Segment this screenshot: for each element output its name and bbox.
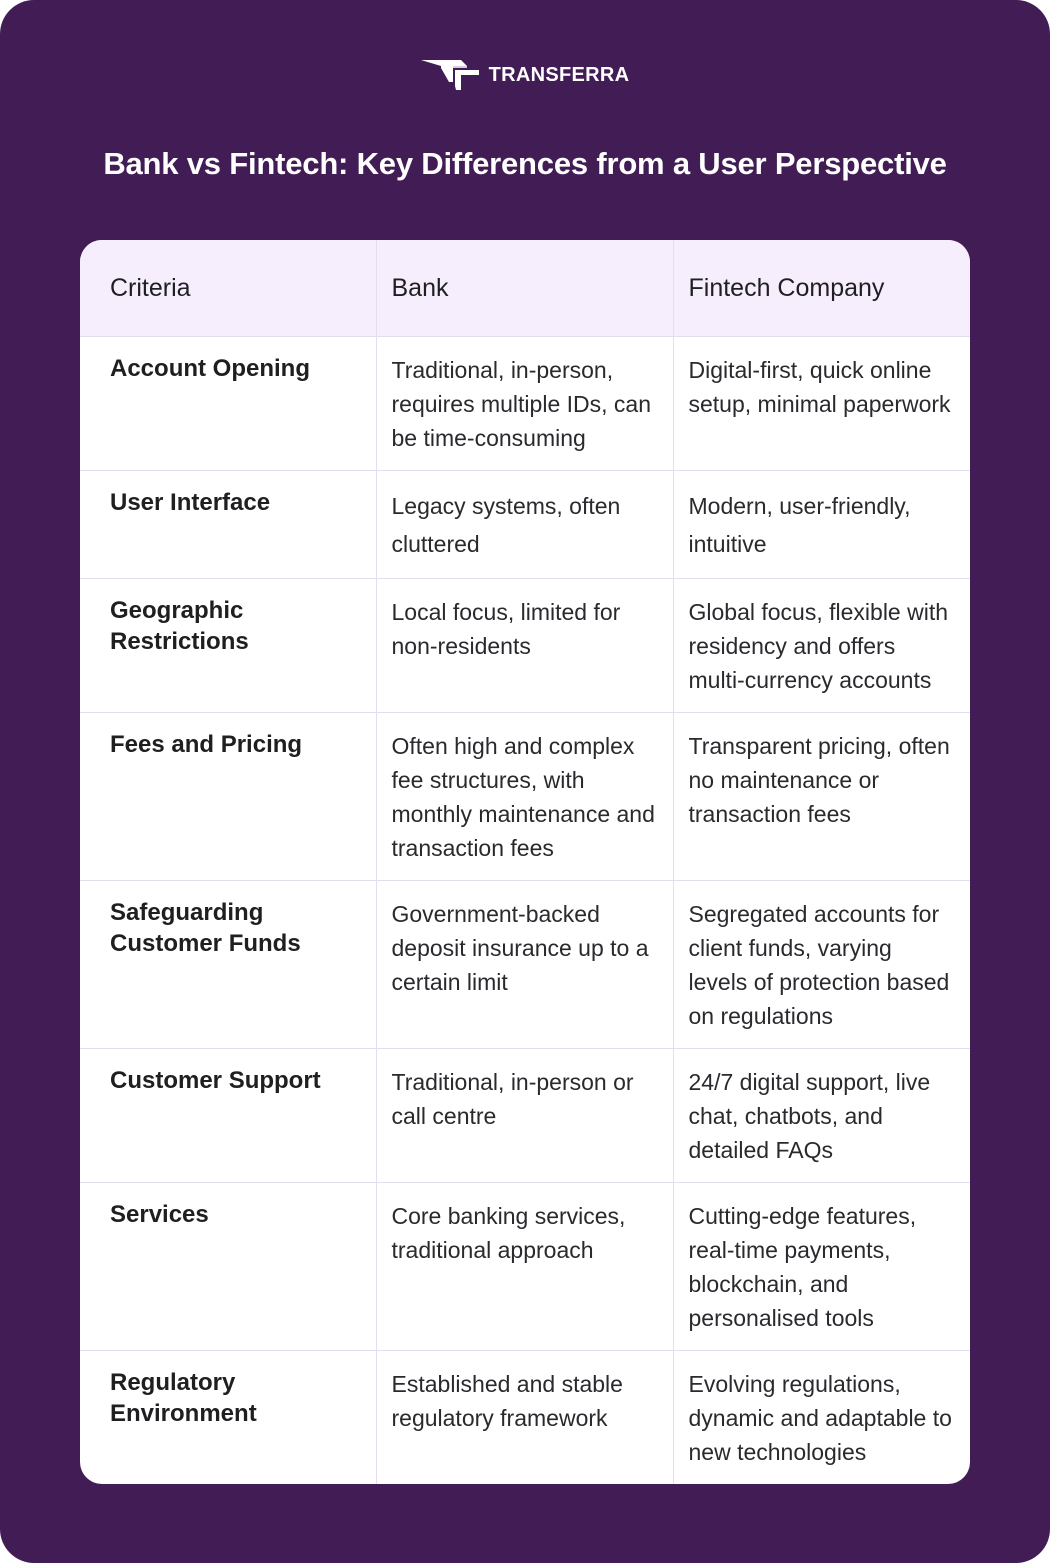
- fintech-cell: Evolving regulations, dynamic and adapta…: [672, 1350, 970, 1484]
- bank-cell: Core banking services, traditional appro…: [375, 1182, 674, 1351]
- brand-name: TRANSFERRA: [488, 63, 630, 86]
- fintech-cell: 24/7 digital support, live chat, chatbot…: [672, 1048, 970, 1183]
- fintech-cell: Segregated accounts for client funds, va…: [672, 880, 970, 1049]
- criteria-cell: Regulatory Environment: [80, 1350, 377, 1484]
- criteria-cell: Fees and Pricing: [80, 712, 377, 881]
- bank-cell: Traditional, in-person or call centre: [375, 1048, 674, 1183]
- bank-cell: Local focus, limited for non-residents: [375, 578, 674, 713]
- infographic-canvas: TRANSFERRA Bank vs Fintech: Key Differen…: [0, 0, 1050, 1563]
- table-row: User Interface Legacy systems, often clu…: [80, 470, 970, 579]
- fintech-cell: Cutting-edge features, real-time payment…: [672, 1182, 970, 1351]
- table-row: Geographic Restrictions Local focus, lim…: [80, 578, 970, 713]
- table-row: Services Core banking services, traditio…: [80, 1182, 970, 1351]
- comparison-table-card: Criteria Bank Fintech Company Account Op…: [80, 240, 970, 1484]
- fintech-cell: Transparent pricing, often no maintenanc…: [672, 712, 970, 881]
- table-row: Account Opening Traditional, in-person, …: [80, 336, 970, 471]
- fintech-cell: Digital-first, quick online setup, minim…: [672, 336, 970, 471]
- table-row: Fees and Pricing Often high and complex …: [80, 712, 970, 881]
- bank-cell: Often high and complex fee structures, w…: [375, 712, 674, 881]
- criteria-cell: Services: [80, 1182, 377, 1351]
- header-fintech: Fintech Company: [672, 240, 970, 337]
- bank-cell: Established and stable regulatory framew…: [375, 1350, 674, 1484]
- criteria-cell: User Interface: [80, 470, 377, 579]
- bank-cell: Traditional, in-person, requires multipl…: [375, 336, 674, 471]
- table-row: Customer Support Traditional, in-person …: [80, 1048, 970, 1183]
- brand-logo: TRANSFERRA: [0, 58, 1050, 92]
- criteria-cell: Geographic Restrictions: [80, 578, 377, 713]
- page-title: Bank vs Fintech: Key Differences from a …: [103, 146, 947, 181]
- criteria-cell: Account Opening: [80, 336, 377, 471]
- fintech-cell: Modern, user-friendly, intuitive: [672, 470, 970, 579]
- transferra-tf-logo-icon: [420, 60, 479, 90]
- bank-cell: Government-backed deposit insurance up t…: [375, 880, 674, 1049]
- criteria-cell: Customer Support: [80, 1048, 377, 1183]
- comparison-table: Criteria Bank Fintech Company Account Op…: [80, 240, 970, 1484]
- table-row: Regulatory Environment Established and s…: [80, 1350, 970, 1484]
- criteria-cell: Safeguarding Customer Funds: [80, 880, 377, 1049]
- header-criteria: Criteria: [80, 240, 377, 337]
- bank-cell: Legacy systems, often cluttered: [375, 470, 674, 579]
- fintech-cell: Global focus, flexible with residency an…: [672, 578, 970, 713]
- table-header-row: Criteria Bank Fintech Company: [80, 240, 970, 337]
- header-bank: Bank: [375, 240, 674, 337]
- table-row: Safeguarding Customer Funds Government-b…: [80, 880, 970, 1049]
